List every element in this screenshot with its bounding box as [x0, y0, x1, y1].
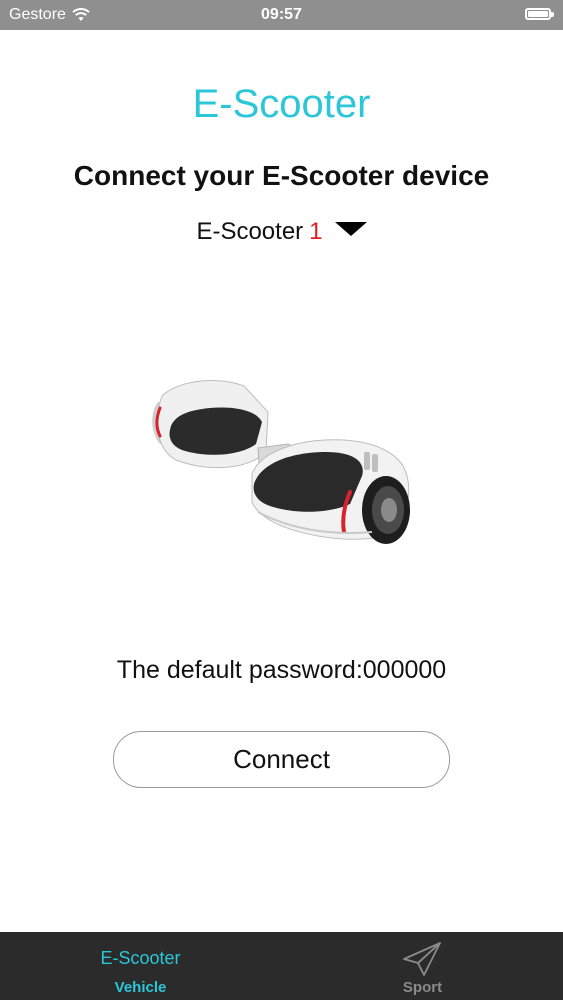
tab-sport[interactable]: Sport	[282, 932, 563, 1000]
hoverboard-scooter-image	[152, 380, 410, 544]
connect-button[interactable]: Connect	[113, 731, 450, 788]
device-number: 1	[309, 218, 323, 245]
app-title: E-Scooter	[192, 82, 371, 126]
tab-vehicle[interactable]: E-Scooter Vehicle	[0, 932, 281, 1000]
page-subtitle: Connect your E-Scooter device	[73, 160, 490, 191]
e-scooter-tab-icon: E-Scooter	[100, 948, 181, 968]
tab-bar: E-Scooter Vehicle Sport	[0, 932, 563, 1000]
app-screen: Gestore 09:57 E-Scooter Connect your E-S…	[0, 0, 563, 1000]
paper-plane-icon	[403, 942, 441, 976]
default-password-text: The default password:000000	[116, 656, 447, 684]
caret-down-icon[interactable]	[334, 222, 367, 236]
device-selector[interactable]: E-Scooter 1	[0, 218, 563, 246]
device-name: E-Scooter	[196, 218, 304, 245]
status-bar: Gestore 09:57	[0, 0, 563, 30]
status-time: 09:57	[261, 6, 302, 23]
battery-icon	[525, 8, 554, 20]
tab-sport-label: Sport	[402, 979, 443, 996]
tab-vehicle-label: Vehicle	[114, 979, 167, 996]
